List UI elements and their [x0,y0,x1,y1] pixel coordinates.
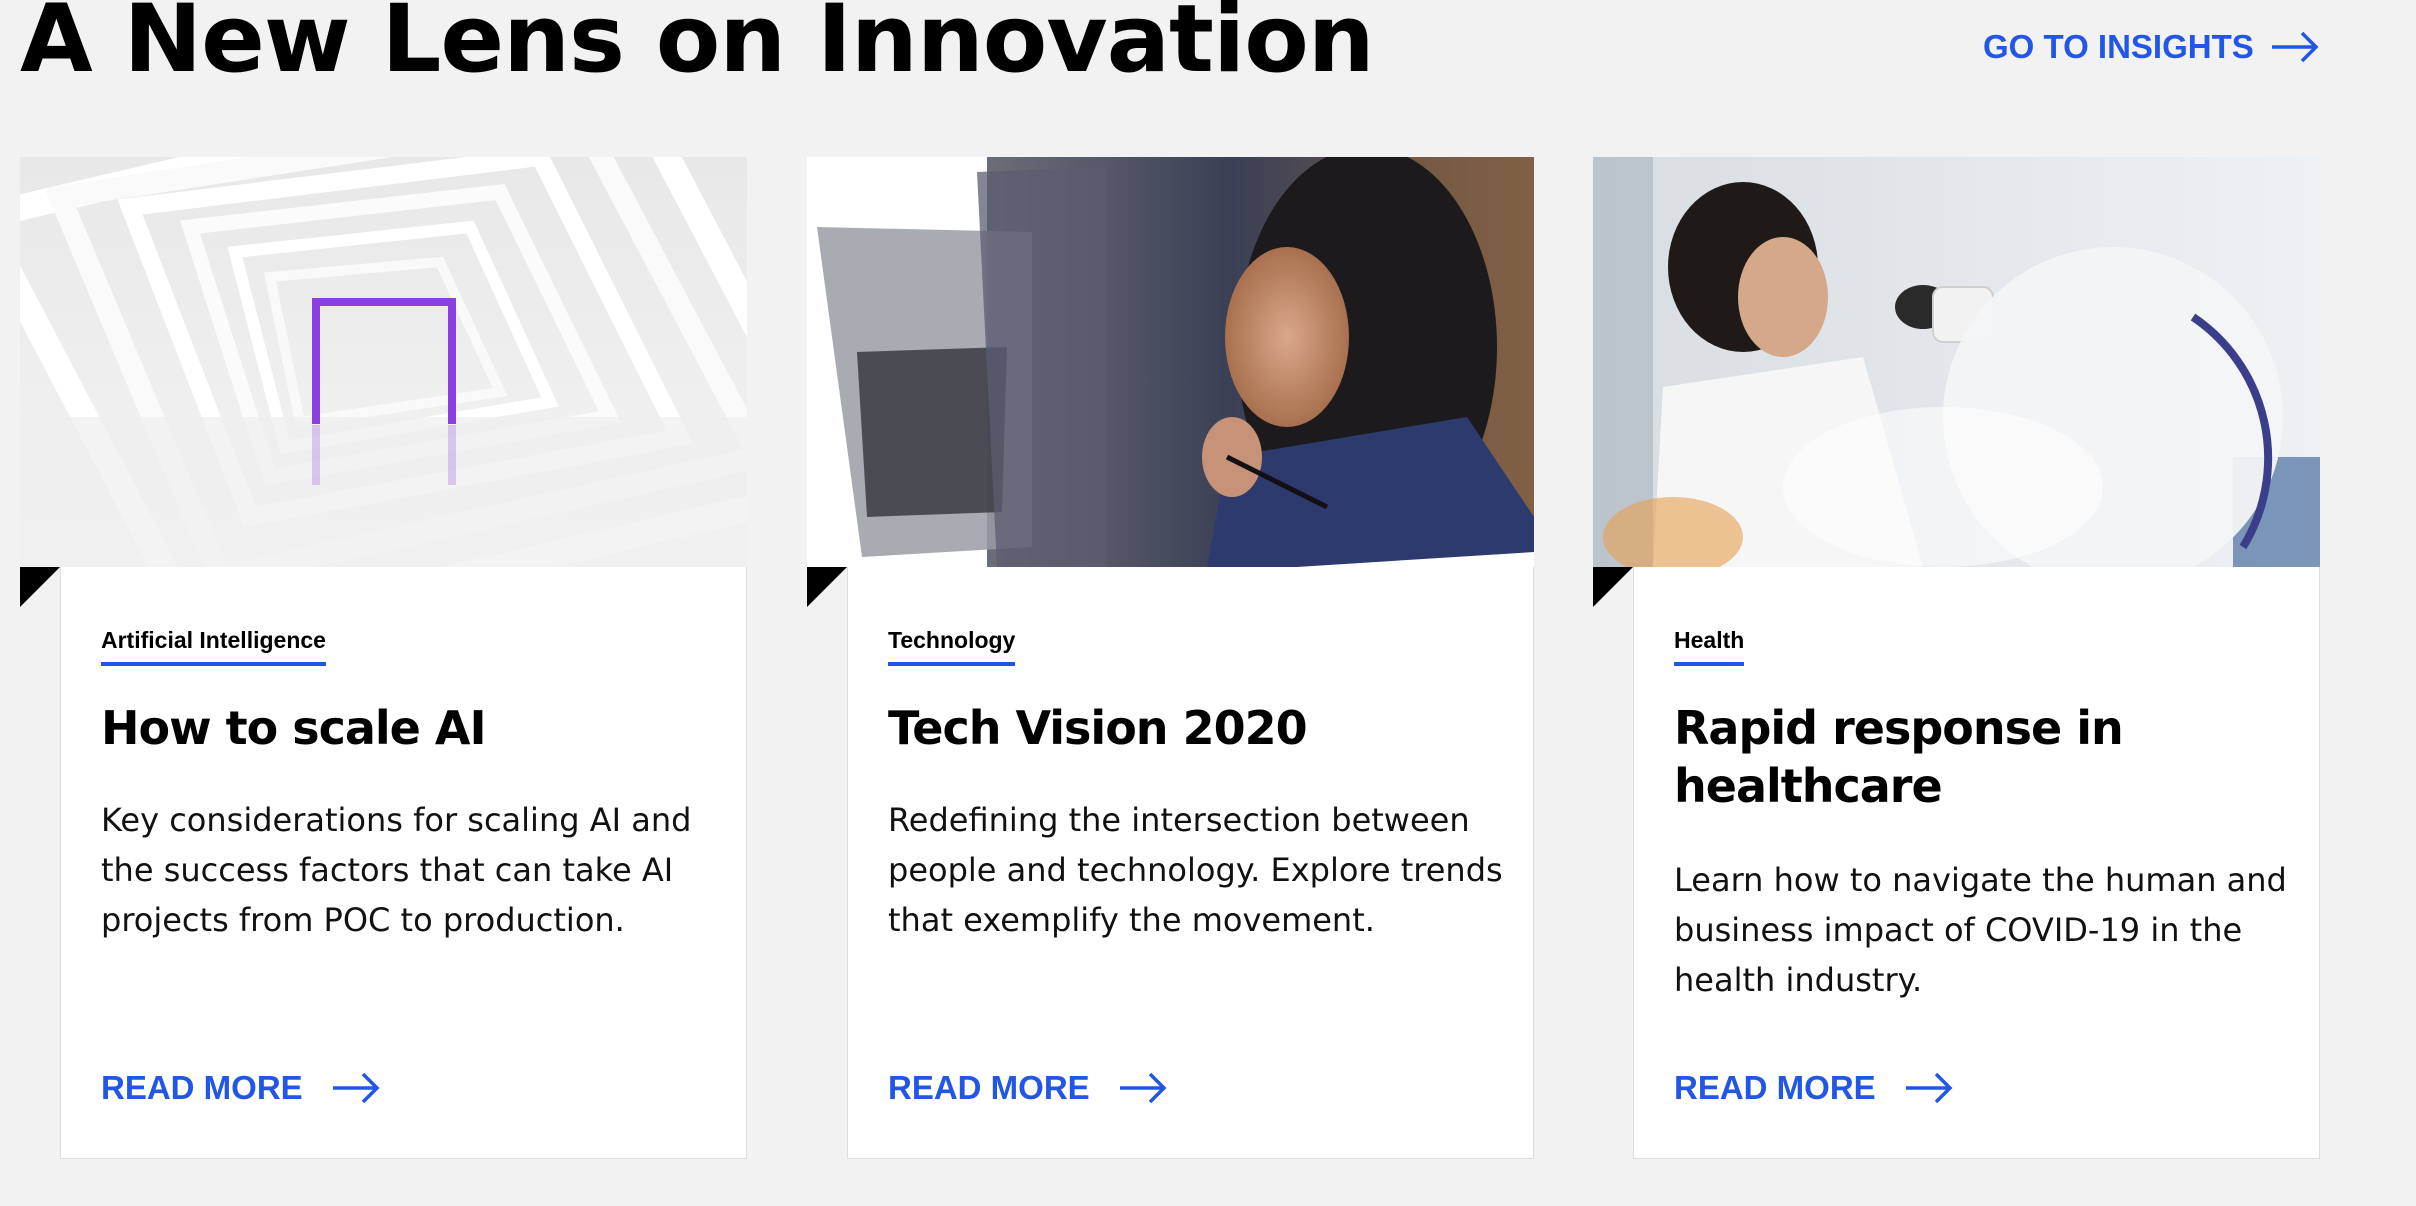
card-image-woman-collage[interactable] [807,157,1534,567]
read-more-button[interactable]: READ MORE [1674,1069,1954,1107]
read-more-button[interactable]: READ MORE [101,1069,381,1107]
card-corner-decoration [807,567,847,607]
card-title[interactable]: Rapid response in healthcare [1674,699,2274,815]
card-tag[interactable]: Artificial Intelligence [101,627,326,666]
card-body: Artificial Intelligence How to scale AI … [60,567,747,1159]
card-tag[interactable]: Technology [888,627,1016,666]
card-description: Key considerations for scaling AI and th… [101,801,692,939]
card-description: Learn how to navigate the human and busi… [1674,861,2287,999]
read-more-button[interactable]: READ MORE [888,1069,1168,1107]
read-more-label: READ MORE [888,1069,1090,1106]
go-to-insights-label: GO TO INSIGHTS [1983,28,2254,65]
card-body: Technology Tech Vision 2020 Redefining t… [847,567,1534,1159]
card-description: Redefining the intersection between peop… [888,801,1503,939]
card-image-scientist-microscope[interactable] [1593,157,2320,567]
arrow-right-icon [332,1072,380,1104]
card-corner-decoration [20,567,60,607]
insight-card-ai[interactable]: Artificial Intelligence How to scale AI … [20,157,747,1160]
card-tag[interactable]: Health [1674,627,1745,666]
page-title: A New Lens on Innovation [20,0,1375,94]
insight-card-tech-vision[interactable]: Technology Tech Vision 2020 Redefining t… [807,157,1534,1160]
card-title[interactable]: Tech Vision 2020 [888,699,1488,757]
go-to-insights-link[interactable]: GO TO INSIGHTS [1983,28,2320,66]
arrow-right-icon [1119,1072,1167,1104]
arrow-right-icon [2271,31,2319,63]
card-title[interactable]: How to scale AI [101,699,701,757]
read-more-label: READ MORE [1674,1069,1876,1106]
card-image-ai-tunnel[interactable] [20,157,747,567]
read-more-label: READ MORE [101,1069,303,1106]
insight-card-health[interactable]: Health Rapid response in healthcare Lear… [1593,157,2320,1160]
card-body: Health Rapid response in healthcare Lear… [1633,567,2320,1159]
card-corner-decoration [1593,567,1633,607]
arrow-right-icon [1905,1072,1953,1104]
